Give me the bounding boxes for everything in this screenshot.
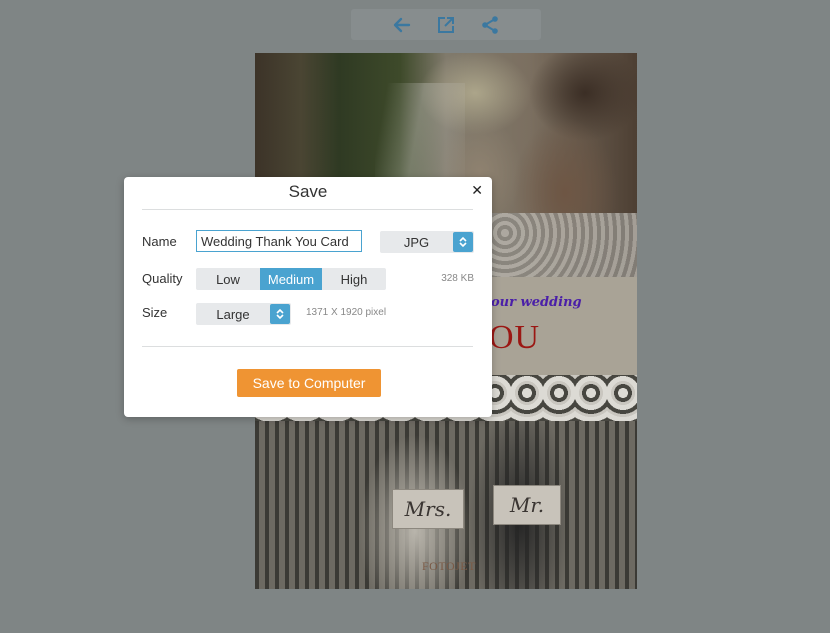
- file-name-input[interactable]: [196, 230, 362, 252]
- banner-title: OU: [489, 319, 541, 356]
- sign-mrs: Mrs.: [392, 489, 464, 529]
- arrow-left-icon: [393, 17, 411, 32]
- quality-low-button[interactable]: Low: [196, 268, 260, 290]
- divider: [142, 346, 473, 347]
- dialog-title: Save: [288, 182, 328, 201]
- divider: [142, 209, 473, 210]
- save-to-computer-button[interactable]: Save to Computer: [237, 369, 381, 397]
- lace-decoration: [485, 213, 637, 279]
- top-toolbar: [351, 9, 541, 40]
- back-button[interactable]: [390, 13, 414, 37]
- open-external-icon: [438, 16, 454, 33]
- select-arrows-icon: [270, 304, 290, 324]
- open-button[interactable]: [434, 13, 458, 37]
- select-arrows-icon: [453, 232, 473, 252]
- quality-high-button[interactable]: High: [322, 268, 386, 290]
- save-dialog: Save ✕ Name JPG Quality Low Medium High …: [124, 177, 492, 417]
- quality-segmented-control: Low Medium High: [196, 268, 386, 290]
- size-label: Size: [142, 305, 168, 320]
- banner-subtitle: our wedding: [491, 295, 582, 310]
- pixel-dimensions: 1371 X 1920 pixel: [306, 307, 387, 318]
- quality-label: Quality: [142, 271, 183, 286]
- share-button[interactable]: [478, 13, 502, 37]
- file-size: 328 KB: [441, 273, 474, 284]
- format-select[interactable]: JPG: [380, 231, 474, 253]
- watermark: FOTOJET: [422, 559, 476, 573]
- size-value: Large: [216, 306, 250, 322]
- close-icon[interactable]: ✕: [471, 183, 483, 199]
- format-value: JPG: [403, 234, 430, 250]
- quality-medium-button[interactable]: Medium: [260, 268, 322, 290]
- size-select[interactable]: Large: [196, 303, 291, 325]
- name-label: Name: [142, 234, 177, 249]
- share-icon: [482, 15, 498, 34]
- sign-mr: Mr.: [493, 485, 561, 525]
